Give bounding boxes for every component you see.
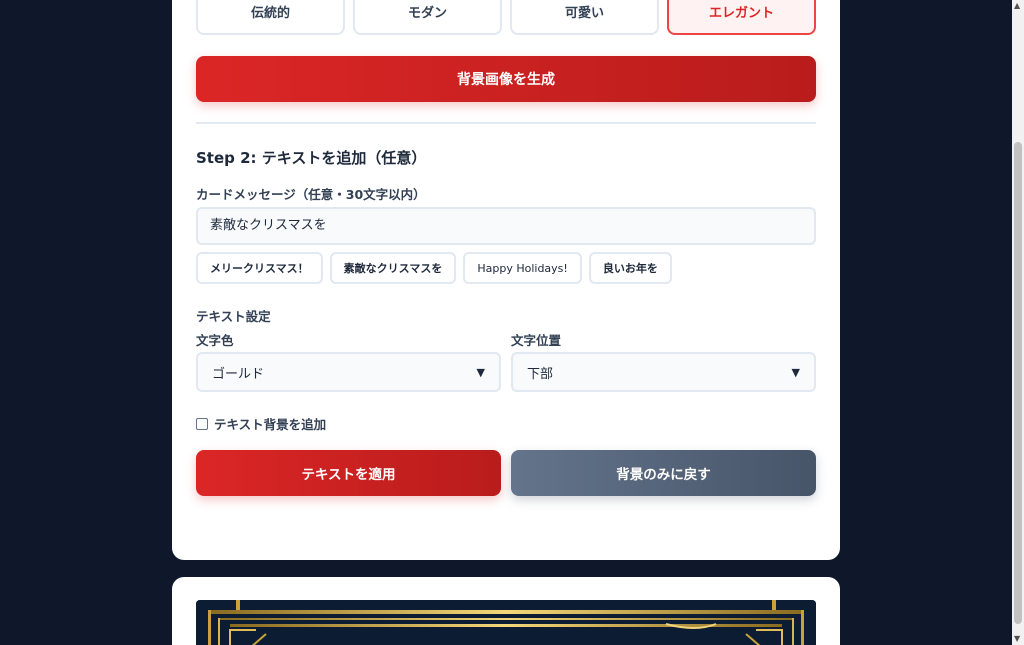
- text-position-value: 下部: [527, 366, 554, 382]
- text-color-value: ゴールド: [212, 366, 265, 382]
- preset-chip-happy-holidays[interactable]: Happy Holidays!: [463, 252, 582, 284]
- scroll-up-arrow-icon[interactable]: ▲: [1014, 1, 1020, 10]
- text-color-label: 文字色: [196, 333, 234, 348]
- preset-messages: メリークリスマス！ 素敵なクリスマスを Happy Holidays! 良いお年…: [196, 252, 672, 284]
- chevron-down-icon: ▼: [791, 365, 800, 379]
- message-input[interactable]: 素敵なクリスマスを: [196, 207, 816, 245]
- message-label: カードメッセージ（任意・30文字以内）: [196, 187, 426, 202]
- text-background-option[interactable]: テキスト背景を追加: [196, 414, 326, 433]
- generator-card: 伝統的 モダン 可愛い エレガント 背景画像を生成 Step 2: テキストを追…: [172, 0, 840, 560]
- art-deco-frame-graphic: [196, 600, 816, 645]
- style-option-elegant[interactable]: エレガント: [667, 0, 816, 35]
- section-divider: [196, 122, 816, 124]
- chevron-down-icon: ▼: [476, 365, 485, 379]
- style-option-modern[interactable]: モダン: [353, 0, 502, 35]
- scrollbar-thumb[interactable]: [1014, 142, 1022, 624]
- text-background-label: テキスト背景を追加: [214, 417, 327, 432]
- text-color-select[interactable]: ゴールド ▼: [196, 352, 501, 392]
- style-option-cute[interactable]: 可愛い: [510, 0, 659, 35]
- generate-background-button[interactable]: 背景画像を生成: [196, 56, 816, 102]
- scroll-down-arrow-icon[interactable]: ▼: [1014, 634, 1020, 643]
- card-preview-image: [196, 600, 816, 645]
- page-scrollbar[interactable]: ▲ ▼: [1012, 0, 1024, 645]
- text-position-select[interactable]: 下部 ▼: [511, 352, 816, 392]
- text-position-label: 文字位置: [511, 333, 562, 348]
- style-options: 伝統的 モダン 可愛い エレガント: [196, 0, 816, 35]
- text-settings-label: テキスト設定: [196, 309, 271, 324]
- style-option-traditional[interactable]: 伝統的: [196, 0, 345, 35]
- reset-background-button[interactable]: 背景のみに戻す: [511, 450, 816, 496]
- preview-card: [172, 577, 840, 645]
- preset-chip-wonderful-christmas[interactable]: 素敵なクリスマスを: [329, 252, 457, 284]
- preset-chip-merry-christmas[interactable]: メリークリスマス！: [196, 252, 323, 284]
- apply-text-button[interactable]: テキストを適用: [196, 450, 501, 496]
- preset-chip-happy-new-year[interactable]: 良いお年を: [588, 252, 672, 284]
- step2-title: Step 2: テキストを追加（任意）: [196, 149, 427, 167]
- text-background-checkbox[interactable]: [196, 417, 208, 430]
